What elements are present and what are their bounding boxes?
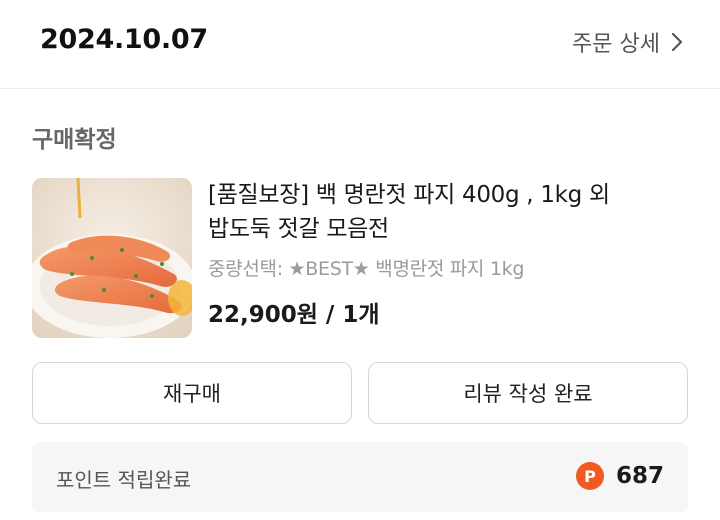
product-title-line1: [품질보장] 백 명란젓 파지 400g , 1kg 외 [208, 182, 610, 208]
pollock-roe-photo [32, 178, 192, 338]
order-detail-link[interactable]: 주문 상세 [572, 26, 684, 58]
points-value: 687 [615, 463, 664, 489]
points-value-wrap: P 687 [575, 462, 664, 490]
product-price: 22,900원 / 1개 [208, 302, 380, 328]
rebuy-button[interactable]: 재구매 [32, 362, 352, 424]
points-label: 포인트 적립완료 [56, 468, 192, 492]
order-card: 2024.10.07 주문 상세 구매확정 [품질보장] 백 명란젓 파지 40… [0, 0, 720, 520]
review-complete-button[interactable]: 리뷰 작성 완료 [368, 362, 688, 424]
product-title-line2: 밥도둑 젓갈 모음전 [208, 216, 389, 242]
divider [0, 88, 720, 89]
order-header: 2024.10.07 주문 상세 [0, 0, 720, 86]
order-date: 2024.10.07 [40, 24, 208, 55]
product-info: [품질보장] 백 명란젓 파지 400g , 1kg 외 밥도둑 젓갈 모음전 … [208, 178, 698, 329]
chevron-right-icon [670, 31, 684, 53]
product-thumbnail[interactable] [32, 178, 192, 338]
point-coin-icon: P [575, 462, 604, 490]
order-status: 구매확정 [32, 127, 117, 153]
points-bar: 포인트 적립완료 P 687 [32, 442, 688, 512]
product-title[interactable]: [품질보장] 백 명란젓 파지 400g , 1kg 외 밥도둑 젓갈 모음전 [208, 178, 698, 246]
order-detail-label: 주문 상세 [572, 32, 660, 57]
product-option: 중량선택: ★BEST★ 백명란젓 파지 1kg [208, 258, 525, 280]
